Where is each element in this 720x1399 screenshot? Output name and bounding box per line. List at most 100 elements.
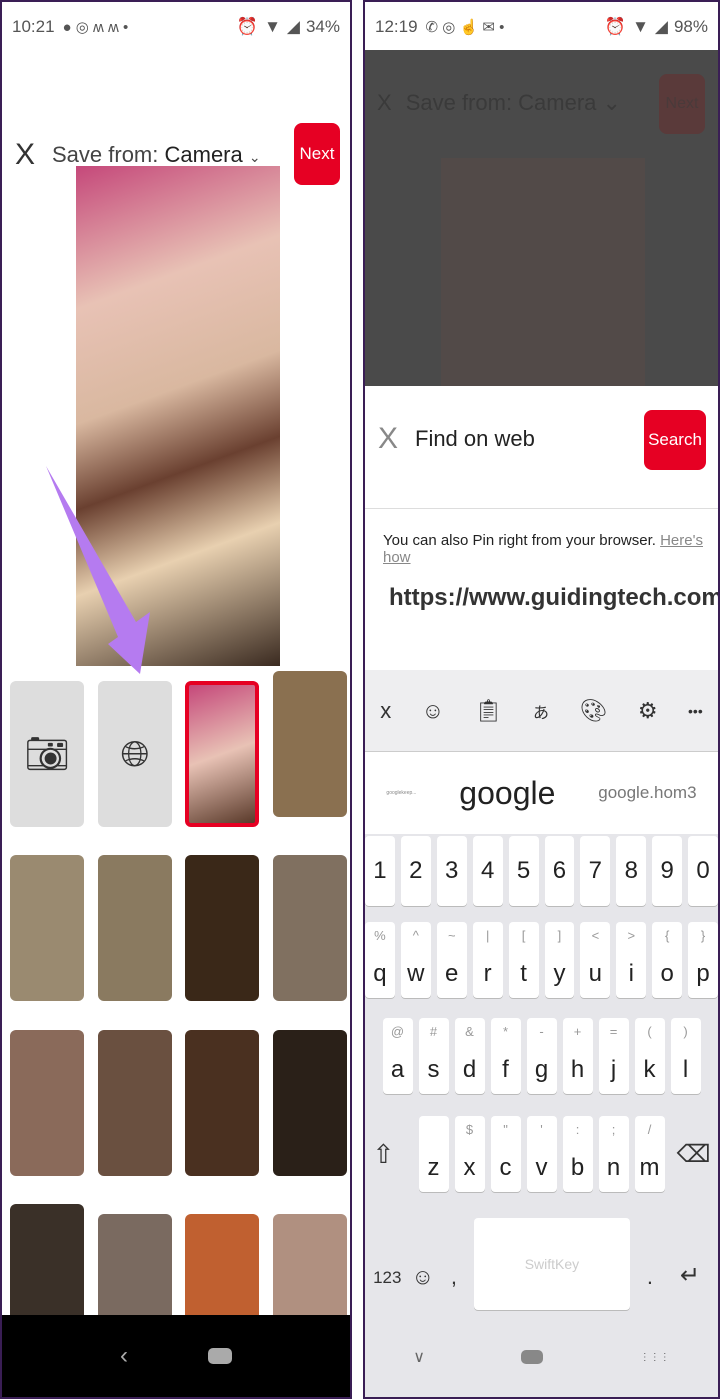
key-t[interactable]: [t — [508, 922, 539, 998]
clipboard-icon[interactable]: 📋︎ — [475, 698, 503, 724]
key-u[interactable]: < u — [580, 922, 611, 998]
gallery-photo[interactable] — [273, 855, 347, 1001]
key-1[interactable]: 1 — [365, 836, 395, 906]
home-button[interactable] — [521, 1350, 544, 1364]
key-m[interactable]: / m — [634, 1116, 665, 1192]
next-button[interactable]: Next — [294, 123, 340, 185]
url-input[interactable]: https://www.guidingtech.com/google- — [389, 584, 718, 612]
key-n[interactable]: ; n — [598, 1116, 629, 1192]
gallery-photo[interactable] — [98, 855, 172, 1001]
gallery-photo[interactable] — [10, 1030, 84, 1176]
key-8[interactable]: 8 — [616, 836, 647, 906]
gallery-photo[interactable] — [98, 1030, 172, 1176]
key-label: z — [427, 1154, 440, 1181]
key-secondary-label: & — [465, 1024, 474, 1039]
camera-tile[interactable]: 📷︎ — [10, 681, 84, 827]
suggestion[interactable]: googlekeep... — [386, 790, 416, 796]
key-label: o — [660, 960, 674, 987]
keyboard-switch-button[interactable]: ⋮⋮⋮ — [640, 1352, 670, 1363]
comma-key[interactable]: , — [444, 1264, 464, 1310]
close-toolbar-button[interactable]: x — [380, 698, 391, 724]
gallery-photo[interactable] — [185, 1030, 259, 1176]
key-h[interactable]: + h — [562, 1018, 593, 1094]
key-9[interactable]: 9 — [652, 836, 683, 906]
translate-icon[interactable]: あ — [533, 699, 549, 723]
gallery-photo[interactable] — [10, 855, 84, 1001]
emoji-key[interactable]: ☺ — [411, 1264, 433, 1310]
key-z[interactable]: z — [418, 1116, 449, 1192]
key-7[interactable]: 7 — [580, 836, 611, 906]
period-key[interactable]: . — [640, 1264, 660, 1310]
hide-keyboard-button[interactable]: ∨ — [413, 1347, 425, 1367]
key-label: 9 — [660, 857, 674, 884]
gallery-photo[interactable] — [185, 855, 259, 1001]
chevron-down-icon: ⌄ — [248, 149, 261, 165]
bg-close: X — [377, 90, 392, 115]
symbols-key[interactable]: 123 — [373, 1268, 401, 1310]
gallery-photo-selected[interactable] — [185, 681, 259, 827]
home-button[interactable] — [208, 1348, 232, 1364]
left-screen: 10:21 ● ◎ ʍ ʍ • ⏰ ▼ ◢ 34% X Save from: Came… — [0, 0, 352, 1399]
key-2[interactable]: 2 — [400, 836, 431, 906]
theme-palette-icon[interactable]: 🎨︎ — [579, 698, 607, 724]
keyboard-toolbar: x ☺ 📋︎ あ 🎨︎ ⚙ ••• — [365, 670, 718, 752]
key-4[interactable]: 4 — [472, 836, 503, 906]
key-j[interactable]: = j — [598, 1018, 629, 1094]
dimmed-background: X Save from: Camera ⌄ Next — [365, 50, 718, 386]
status-bar: 10:21 ● ◎ ʍ ʍ • ⏰ ▼ ◢ 34% — [2, 2, 350, 52]
gallery-photo[interactable] — [273, 1030, 347, 1176]
source-selector[interactable]: Save from: Camera ⌄ — [52, 142, 261, 168]
key-f[interactable]: * f — [490, 1018, 521, 1094]
close-button[interactable]: X — [373, 422, 403, 456]
key-5[interactable]: 5 — [508, 836, 539, 906]
key-p[interactable]: } p — [688, 922, 718, 998]
shift-key[interactable]: ⇧ — [373, 1139, 413, 1170]
key-6[interactable]: 6 — [544, 836, 575, 906]
key-label: 1 — [373, 857, 387, 884]
key-secondary-label: { — [665, 928, 670, 943]
suggestion[interactable]: google.hom3 — [598, 783, 696, 803]
key-label: g — [534, 1056, 549, 1083]
key-b[interactable]: :b — [562, 1116, 593, 1192]
key-3[interactable]: 3 — [436, 836, 467, 906]
key-d[interactable]: & d — [454, 1018, 485, 1094]
gallery-photo[interactable] — [273, 671, 347, 817]
key-secondary-label: | — [485, 928, 490, 943]
key-label: i — [628, 960, 634, 987]
key-secondary-label: < — [591, 928, 600, 943]
key-x[interactable]: $ x — [454, 1116, 485, 1192]
key-y[interactable]: ] y — [544, 922, 575, 998]
key-g[interactable]: -g — [526, 1018, 557, 1094]
key-q[interactable]: % q — [365, 922, 395, 998]
key-o[interactable]: {o — [652, 922, 683, 998]
settings-gear-icon[interactable]: ⚙ — [638, 698, 658, 724]
key-c[interactable]: " c — [490, 1116, 521, 1192]
search-button[interactable]: Search — [644, 410, 706, 470]
key-0[interactable]: 0 — [688, 836, 718, 906]
key-a[interactable]: @ a — [382, 1018, 413, 1094]
emoji-icon[interactable]: ☺ — [422, 698, 444, 724]
key-r[interactable]: | r — [472, 922, 503, 998]
find-on-web-tile[interactable]: 🌐︎ — [98, 681, 172, 827]
key-e[interactable]: ~ e — [436, 922, 467, 998]
key-label: 8 — [624, 857, 638, 884]
key-label: 2 — [409, 857, 423, 884]
key-l[interactable]: ) l — [670, 1018, 701, 1094]
navigation-bar: ∨ ⋮⋮⋮ — [365, 1317, 718, 1397]
bg-title: Save from: Camera ⌄ — [405, 90, 621, 115]
key-s[interactable]: # s — [418, 1018, 449, 1094]
suggestion[interactable]: google — [459, 775, 555, 812]
more-icon[interactable]: ••• — [688, 703, 703, 719]
key-w[interactable]: ^ w — [400, 922, 431, 998]
enter-key[interactable]: ↵ — [670, 1261, 710, 1310]
key-label: h — [570, 1056, 585, 1083]
back-button[interactable]: ‹ — [120, 1342, 128, 1370]
backspace-key[interactable]: ⌫ — [671, 1140, 711, 1169]
key-k[interactable]: (k — [634, 1018, 665, 1094]
key-v[interactable]: ' v — [526, 1116, 557, 1192]
key-secondary-label: + — [573, 1024, 582, 1039]
close-button[interactable]: X — [10, 138, 40, 172]
key-i[interactable]: > i — [616, 922, 647, 998]
navigation-bar: ‹ — [2, 1315, 350, 1397]
space-key[interactable]: SwiftKey — [473, 1218, 630, 1310]
